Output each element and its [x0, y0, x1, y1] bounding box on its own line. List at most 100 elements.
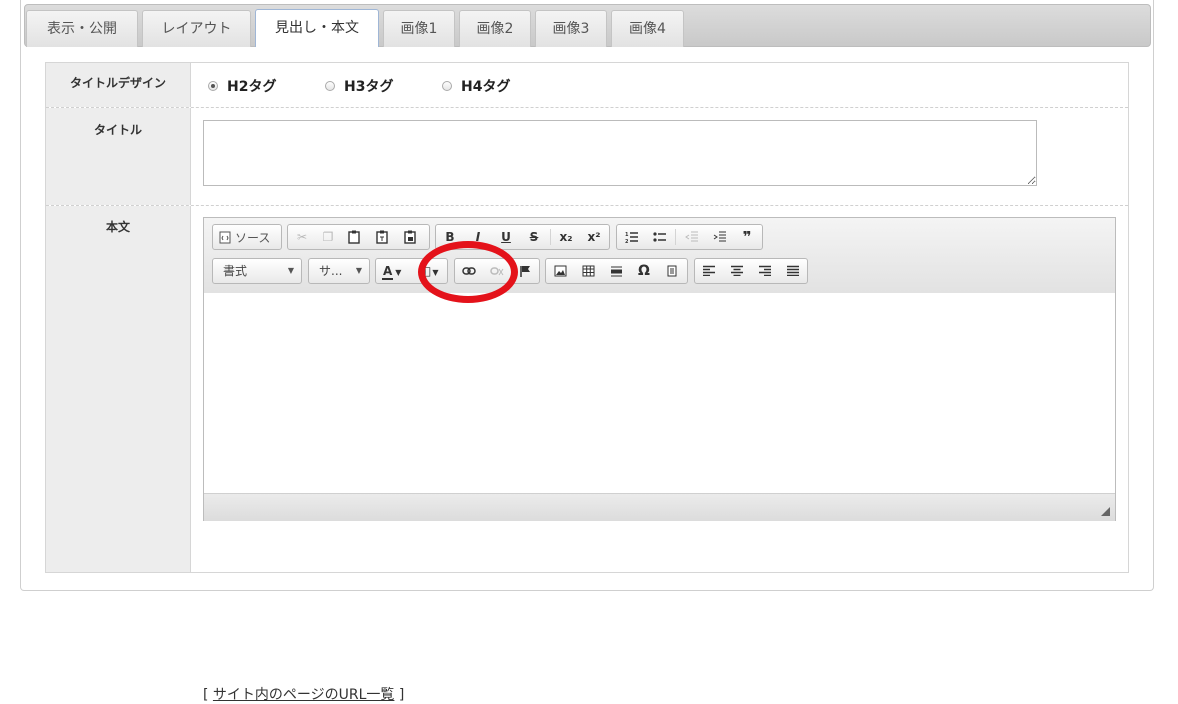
- title-design-row: タイトルデザイン H2タグ H3タグ H4タグ: [46, 63, 1128, 108]
- align-center-icon: [731, 265, 743, 276]
- links-group: [454, 258, 540, 284]
- cut-button[interactable]: ✂: [292, 228, 312, 246]
- paste-word-button[interactable]: [400, 228, 420, 246]
- italic-button[interactable]: I: [468, 228, 488, 246]
- horizontal-rule-button[interactable]: [606, 262, 626, 280]
- image-button[interactable]: [550, 262, 570, 280]
- radio-h3[interactable]: H3タグ: [325, 63, 393, 108]
- cut-icon: ✂: [296, 230, 308, 244]
- paste-text-icon: [376, 230, 388, 244]
- chevron-down-icon: ▼: [432, 268, 439, 277]
- editor-content-area[interactable]: [204, 293, 1115, 493]
- url-list-link[interactable]: サイト内のページのURL一覧: [213, 687, 395, 703]
- subscript-button[interactable]: x₂: [556, 228, 576, 246]
- tab-image3[interactable]: 画像3: [535, 10, 607, 47]
- align-right-button[interactable]: [755, 262, 775, 280]
- italic-icon: I: [475, 230, 481, 244]
- source-button[interactable]: ソース: [219, 229, 270, 246]
- url-list-bracket-open: [: [203, 687, 209, 703]
- bold-button[interactable]: B: [440, 228, 460, 246]
- chevron-down-icon: ▼: [395, 268, 402, 277]
- tab-image2[interactable]: 画像2: [459, 10, 531, 47]
- resize-handle-icon[interactable]: [1101, 507, 1110, 516]
- colors-group: A ▼ ◧▼: [375, 258, 448, 284]
- page-break-button[interactable]: [662, 262, 682, 280]
- strike-button[interactable]: S: [524, 228, 544, 246]
- title-row: タイトル: [46, 108, 1128, 206]
- toolbar-separator: [675, 229, 676, 245]
- paste-icon: [348, 230, 360, 244]
- blockquote-icon: ❞: [742, 228, 752, 246]
- special-char-button[interactable]: Ω: [634, 262, 654, 280]
- underline-button[interactable]: U: [496, 228, 516, 246]
- align-group: [694, 258, 808, 284]
- justify-icon: [787, 265, 799, 276]
- format-combo-label: 書式: [223, 264, 248, 278]
- svg-text:2: 2: [625, 239, 629, 243]
- page-break-icon: [667, 265, 677, 277]
- image-icon: [554, 265, 566, 277]
- bulleted-list-button[interactable]: [649, 228, 669, 246]
- tab-image1[interactable]: 画像1: [383, 10, 455, 47]
- clipboard-group: ✂ ❐: [287, 224, 430, 250]
- radio-h4-dot[interactable]: [442, 80, 452, 91]
- title-label: タイトル: [46, 108, 191, 205]
- background-color-button[interactable]: ◧▼: [420, 262, 446, 280]
- source-doc-icon: [219, 231, 231, 244]
- radio-h2-dot[interactable]: [208, 80, 218, 91]
- tab-heading-body[interactable]: 見出し・本文: [255, 9, 379, 47]
- underline-icon: U: [501, 230, 511, 244]
- body-row: 本文 ソース ✂ ❐ B I U S x₂ x² 1 2 ❞ 書式 ▼ サ...…: [46, 206, 1128, 703]
- format-combo[interactable]: 書式 ▼: [212, 258, 302, 284]
- title-textarea[interactable]: [203, 120, 1037, 186]
- link-icon: [462, 267, 476, 275]
- blockquote-button[interactable]: ❞: [737, 228, 757, 246]
- radio-h2[interactable]: H2タグ: [208, 63, 276, 108]
- strikethrough-icon: S: [529, 230, 539, 244]
- chevron-down-icon: ▼: [287, 266, 294, 275]
- copy-button[interactable]: ❐: [318, 228, 338, 246]
- form-panel: タイトルデザイン H2タグ H3タグ H4タグ タイトル 本文 ソース ✂ ❐ …: [45, 62, 1129, 703]
- anchor-flag-icon: [520, 266, 530, 277]
- indent-button[interactable]: [709, 228, 729, 246]
- tab-display-publish[interactable]: 表示・公開: [26, 10, 138, 47]
- align-left-icon: [703, 265, 715, 276]
- body-label: 本文: [46, 206, 191, 572]
- paste-button[interactable]: [344, 228, 364, 246]
- anchor-button[interactable]: [515, 262, 535, 280]
- numbered-list-icon: 12: [625, 232, 638, 243]
- bold-icon: B: [445, 230, 455, 244]
- url-list-link-line: [ サイト内のページのURL一覧 ]: [203, 684, 404, 704]
- align-right-icon: [759, 265, 771, 276]
- source-label: ソース: [235, 231, 271, 245]
- numbered-list-button[interactable]: 12: [621, 228, 641, 246]
- basic-styles-group: B I U S x₂ x²: [435, 224, 610, 250]
- radio-h4[interactable]: H4タグ: [442, 63, 510, 108]
- chevron-down-icon: ▼: [355, 266, 362, 275]
- paste-word-icon: [404, 230, 416, 244]
- url-list-bracket-close: ]: [398, 687, 405, 703]
- size-combo[interactable]: サ... ▼: [308, 258, 370, 284]
- outdent-icon: [684, 231, 698, 242]
- radio-h3-dot[interactable]: [325, 80, 335, 91]
- unlink-button[interactable]: [487, 262, 507, 280]
- outdent-button[interactable]: [681, 228, 701, 246]
- radio-h4-label: H4タグ: [461, 78, 511, 95]
- superscript-button[interactable]: x²: [584, 228, 604, 246]
- table-button[interactable]: [578, 262, 598, 280]
- editor-status-bar: [204, 493, 1115, 521]
- omega-icon: Ω: [638, 263, 650, 279]
- link-button[interactable]: [459, 262, 479, 280]
- align-left-button[interactable]: [699, 262, 719, 280]
- insert-group: Ω: [545, 258, 688, 284]
- align-center-button[interactable]: [727, 262, 747, 280]
- tab-image4[interactable]: 画像4: [611, 10, 684, 47]
- rich-text-editor: ソース ✂ ❐ B I U S x₂ x² 1 2 ❞ 書式 ▼ サ... ▼ …: [203, 217, 1116, 521]
- text-color-button[interactable]: A ▼: [382, 262, 408, 280]
- unlink-icon: [490, 267, 504, 276]
- copy-icon: ❐: [322, 230, 334, 244]
- paste-text-button[interactable]: [372, 228, 392, 246]
- tab-layout[interactable]: レイアウト: [142, 10, 251, 47]
- justify-button[interactable]: [783, 262, 803, 280]
- superscript-icon: x²: [587, 230, 601, 244]
